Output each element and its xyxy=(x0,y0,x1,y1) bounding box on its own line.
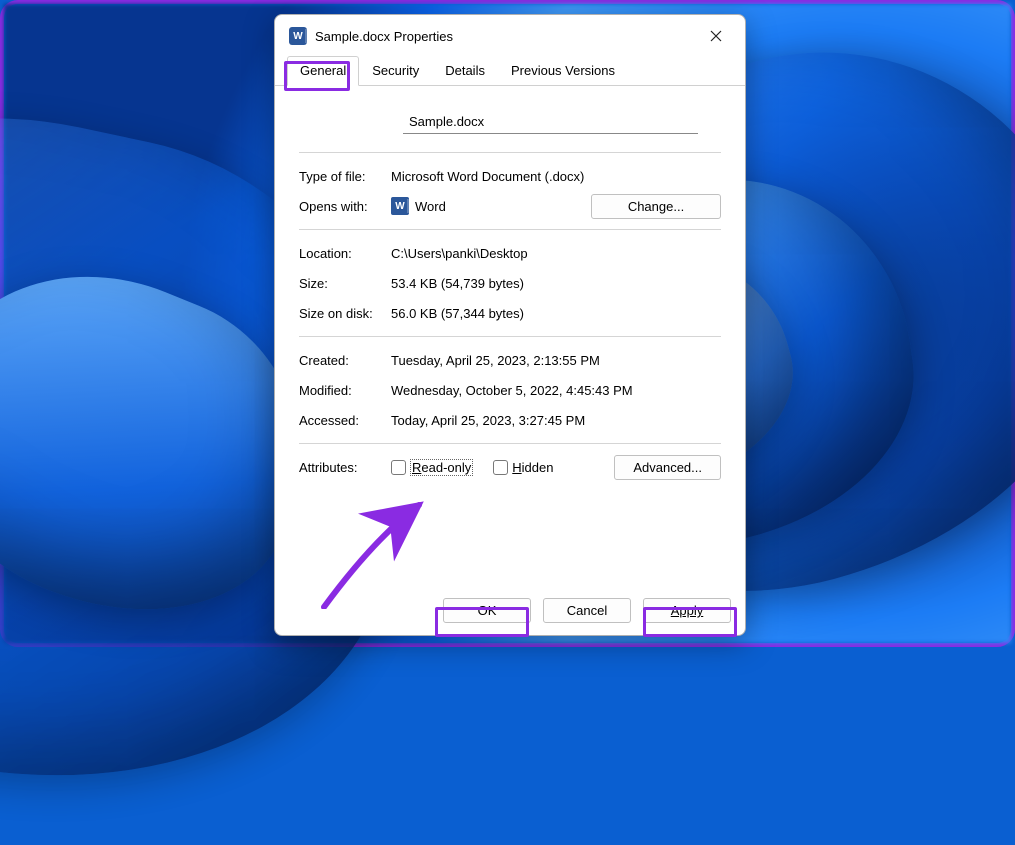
label-attributes: Attributes: xyxy=(299,460,391,475)
readonly-text: ead-only xyxy=(421,460,471,475)
label-accessed: Accessed: xyxy=(299,413,391,428)
tab-general[interactable]: General xyxy=(287,56,359,86)
value-location: C:\Users\panki\Desktop xyxy=(391,246,721,261)
apply-button[interactable]: Apply xyxy=(643,598,731,623)
value-size-on-disk: 56.0 KB (57,344 bytes) xyxy=(391,306,721,321)
properties-dialog: W Sample.docx Properties General Securit… xyxy=(274,14,746,636)
value-opens-with: Word xyxy=(415,199,446,214)
hidden-key: H xyxy=(512,460,521,475)
close-icon xyxy=(710,30,722,42)
close-button[interactable] xyxy=(697,22,735,50)
separator xyxy=(299,443,721,444)
window-title: Sample.docx Properties xyxy=(315,29,697,44)
label-created: Created: xyxy=(299,353,391,368)
advanced-label: Advanced... xyxy=(633,460,702,475)
tab-security[interactable]: Security xyxy=(359,56,432,86)
tab-previous-versions[interactable]: Previous Versions xyxy=(498,56,628,86)
value-size: 53.4 KB (54,739 bytes) xyxy=(391,276,721,291)
filename-input[interactable] xyxy=(403,110,698,134)
word-app-icon: W xyxy=(391,197,409,215)
label-modified: Modified: xyxy=(299,383,391,398)
readonly-key: R xyxy=(412,460,421,475)
value-modified: Wednesday, October 5, 2022, 4:45:43 PM xyxy=(391,383,721,398)
label-size: Size: xyxy=(299,276,391,291)
tab-details[interactable]: Details xyxy=(432,56,498,86)
ok-button[interactable]: OK xyxy=(443,598,531,623)
value-accessed: Today, April 25, 2023, 3:27:45 PM xyxy=(391,413,721,428)
separator xyxy=(299,152,721,153)
label-opens-with: Opens with: xyxy=(299,199,391,214)
value-created: Tuesday, April 25, 2023, 2:13:55 PM xyxy=(391,353,721,368)
separator xyxy=(299,229,721,230)
dialog-footer: OK Cancel Apply xyxy=(275,586,745,635)
advanced-button[interactable]: Advanced... xyxy=(614,455,721,480)
apply-label: Apply xyxy=(671,603,704,618)
tab-row: General Security Details Previous Versio… xyxy=(275,55,745,86)
separator xyxy=(299,336,721,337)
dialog-content: Type of file: Microsoft Word Document (.… xyxy=(275,86,745,586)
label-size-on-disk: Size on disk: xyxy=(299,306,391,321)
hidden-label[interactable]: Hidden xyxy=(512,460,553,475)
cancel-button[interactable]: Cancel xyxy=(543,598,631,623)
readonly-checkbox[interactable] xyxy=(391,460,406,475)
word-file-icon: W xyxy=(289,27,307,45)
label-location: Location: xyxy=(299,246,391,261)
hidden-checkbox[interactable] xyxy=(493,460,508,475)
hidden-text: idden xyxy=(522,460,554,475)
label-type-of-file: Type of file: xyxy=(299,169,391,184)
readonly-label[interactable]: Read-only xyxy=(410,459,473,476)
titlebar[interactable]: W Sample.docx Properties xyxy=(275,15,745,53)
change-button[interactable]: Change... xyxy=(591,194,721,219)
value-type-of-file: Microsoft Word Document (.docx) xyxy=(391,169,721,184)
